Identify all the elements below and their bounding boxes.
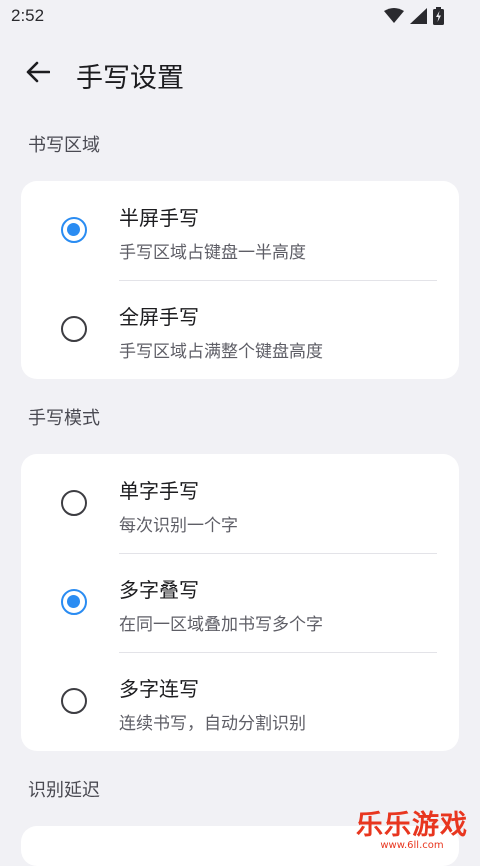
status-time: 2:52 <box>11 6 45 25</box>
option-subtitle: 连续书写，自动分割识别 <box>119 714 306 734</box>
option-subtitle: 在同一区域叠加书写多个字 <box>119 615 323 635</box>
radio-continuous-write[interactable] <box>61 688 87 714</box>
radio-overlap-write[interactable] <box>61 589 87 615</box>
option-title: 半屏手写 <box>119 206 199 230</box>
section-header-writing-area: 书写区域 <box>28 135 100 156</box>
arrow-back-icon <box>26 61 51 87</box>
option-subtitle: 手写区域占满整个键盘高度 <box>119 342 323 362</box>
back-button[interactable] <box>18 56 58 92</box>
wifi-icon <box>384 8 404 28</box>
app-bar: 手写设置 <box>0 44 480 104</box>
option-title: 多字叠写 <box>119 578 199 602</box>
option-continuous-write[interactable]: 多字连写 连续书写，自动分割识别 <box>21 652 459 751</box>
battery-icon <box>433 7 444 29</box>
option-title: 全屏手写 <box>119 305 199 329</box>
status-bar: 2:52 <box>0 0 480 32</box>
option-full-screen[interactable]: 全屏手写 手写区域占满整个键盘高度 <box>21 280 459 379</box>
section-header-recognition-delay: 识别延迟 <box>28 780 100 801</box>
option-subtitle: 每次识别一个字 <box>119 516 238 536</box>
radio-full-screen[interactable] <box>61 316 87 342</box>
watermark: 乐乐游戏 www.6ll.com <box>352 803 472 851</box>
option-title: 多字连写 <box>119 677 199 701</box>
option-subtitle: 手写区域占键盘一半高度 <box>119 243 306 263</box>
option-overlap-write[interactable]: 多字叠写 在同一区域叠加书写多个字 <box>21 553 459 652</box>
writing-area-card: 半屏手写 手写区域占键盘一半高度 全屏手写 手写区域占满整个键盘高度 <box>21 181 459 379</box>
option-single-char[interactable]: 单字手写 每次识别一个字 <box>21 454 459 553</box>
radio-single-char[interactable] <box>61 490 87 516</box>
status-icons <box>384 7 444 29</box>
watermark-logo: 乐乐游戏 <box>356 810 468 841</box>
option-title: 单字手写 <box>119 479 199 503</box>
signal-icon <box>410 8 427 28</box>
writing-mode-card: 单字手写 每次识别一个字 多字叠写 在同一区域叠加书写多个字 多字连写 连续书写… <box>21 454 459 751</box>
radio-half-screen[interactable] <box>61 217 87 243</box>
page-title: 手写设置 <box>76 63 184 94</box>
section-header-writing-mode: 手写模式 <box>28 408 100 429</box>
option-half-screen[interactable]: 半屏手写 手写区域占键盘一半高度 <box>21 181 459 280</box>
